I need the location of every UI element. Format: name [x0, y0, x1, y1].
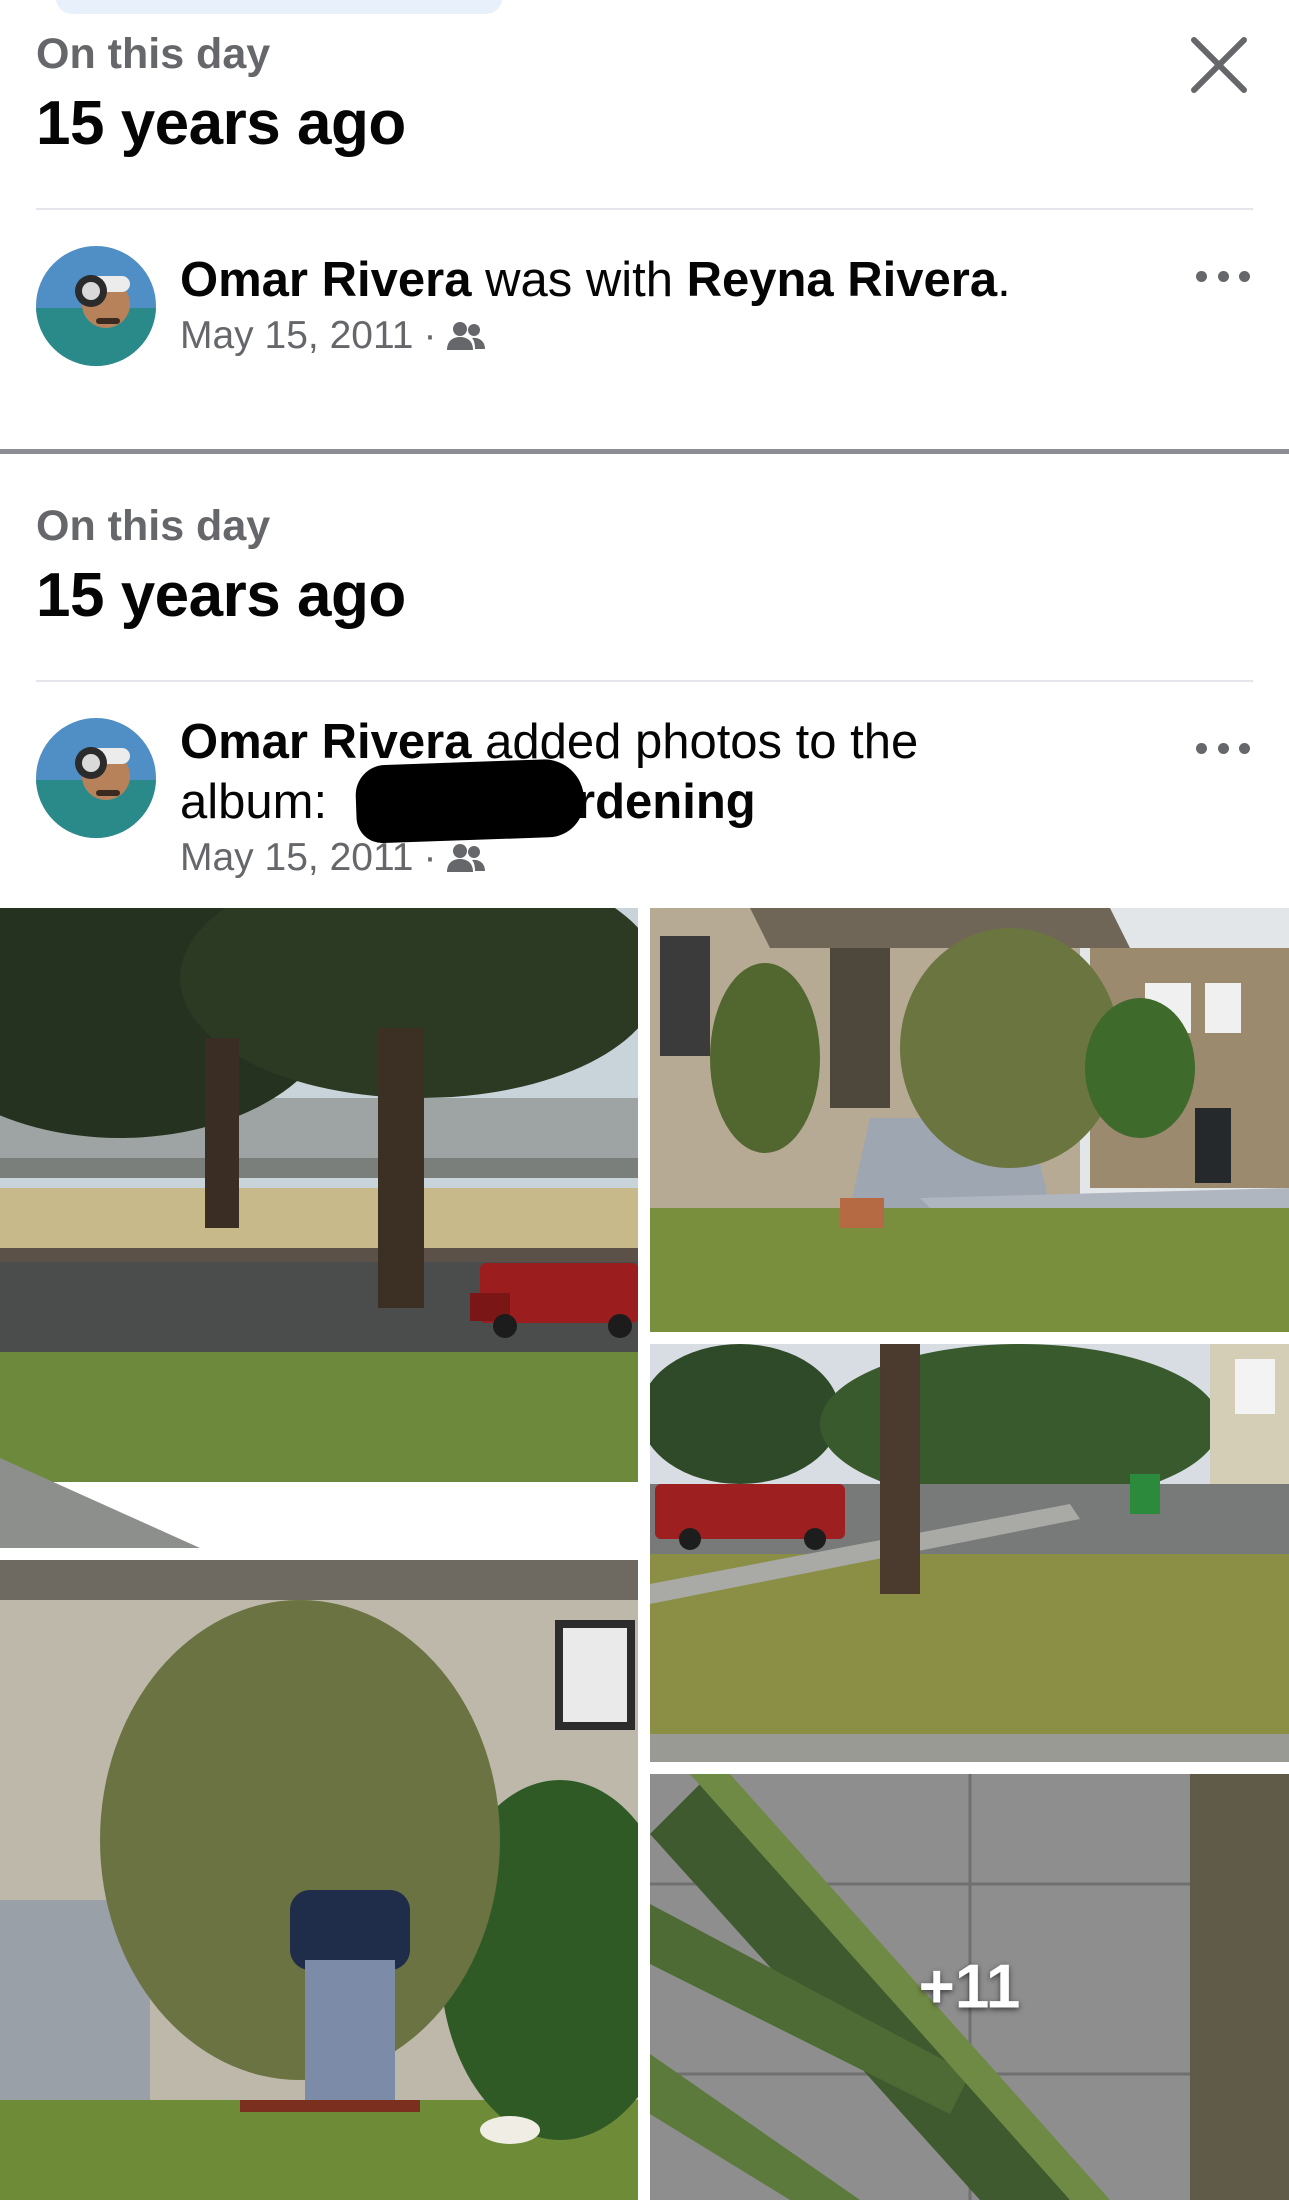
- post-meta: May 15, 2011 ·: [180, 836, 486, 880]
- memory-title: 15 years ago: [36, 561, 406, 630]
- more-options-button[interactable]: [1196, 738, 1250, 758]
- post-headline: Omar Rivera was with Reyna Rivera.: [180, 250, 1011, 310]
- divider: [36, 208, 1253, 210]
- close-button[interactable]: [1184, 30, 1254, 100]
- memory-title: 15 years ago: [36, 89, 406, 158]
- friends-icon: [447, 322, 486, 350]
- avatar[interactable]: [36, 718, 156, 838]
- friends-icon: [447, 844, 486, 872]
- post-action: was with: [471, 253, 687, 307]
- memory-label: On this day: [36, 30, 271, 78]
- post-date[interactable]: May 15, 2011: [180, 314, 413, 358]
- post-end: .: [997, 253, 1011, 307]
- divider: [36, 680, 1253, 682]
- memory-label: On this day: [36, 502, 271, 550]
- post-meta: May 15, 2011 ·: [180, 314, 486, 358]
- photo-man-plant[interactable]: [0, 1560, 638, 2200]
- memory-separator: [0, 449, 1289, 454]
- more-options-icon: [1196, 742, 1207, 754]
- photo-street-truck[interactable]: [650, 1344, 1289, 1762]
- more-photos-count: +11: [918, 1952, 1021, 2022]
- redaction-mark: [354, 758, 586, 844]
- author-name[interactable]: Omar Rivera: [180, 715, 471, 769]
- more-options-icon: [1196, 270, 1207, 282]
- top-pill: [56, 0, 502, 14]
- author-name[interactable]: Omar Rivera: [180, 253, 471, 307]
- photo-house-front[interactable]: [650, 908, 1289, 1332]
- post-date[interactable]: May 15, 2011: [180, 836, 413, 880]
- photo-leaves-more[interactable]: +11: [650, 1774, 1289, 2200]
- close-icon: [1191, 37, 1247, 93]
- tagged-name[interactable]: Reyna Rivera: [687, 253, 998, 307]
- post-action-album: album:: [180, 775, 341, 829]
- more-options-button[interactable]: [1196, 266, 1250, 286]
- photo-tree-truck[interactable]: [0, 908, 638, 1548]
- avatar[interactable]: [36, 246, 156, 366]
